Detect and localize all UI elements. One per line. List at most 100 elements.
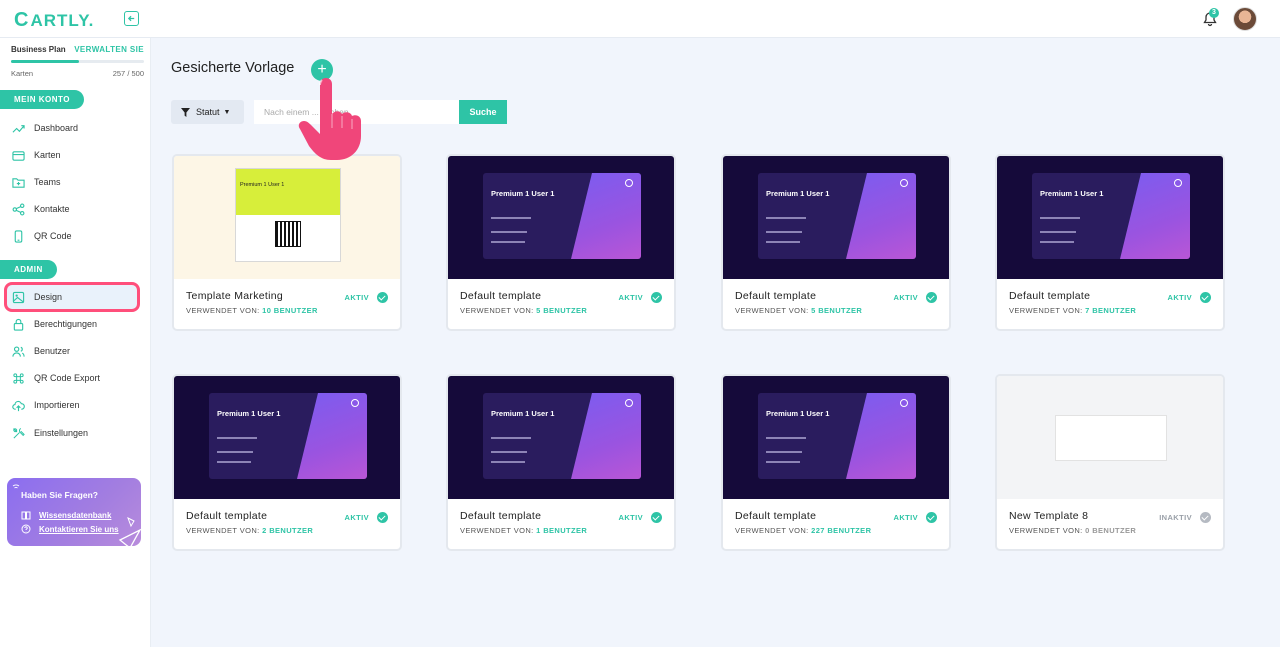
template-usage: VERWENDET VON: 1 BENUTZER <box>460 526 587 535</box>
preview-line <box>1040 231 1076 233</box>
template-preview: Premium 1 User 1 <box>174 156 400 279</box>
knowledge-base-link[interactable]: Wissensdatenbank <box>21 510 111 520</box>
status-badge: AKTIV <box>344 292 388 303</box>
users-icon <box>12 345 25 357</box>
notification-badge: 3 <box>1209 8 1219 18</box>
status-label: AKTIV <box>618 293 643 302</box>
cartly-logo[interactable]: C ARTLY. <box>14 9 94 32</box>
status-badge: AKTIV <box>893 512 937 523</box>
status-label: AKTIV <box>344 293 369 302</box>
manage-plan-link[interactable]: VERWALTEN SIE <box>74 45 144 54</box>
sidebar-item-einstellungen[interactable]: Einstellungen <box>4 420 140 446</box>
template-name: Template Marketing <box>186 290 284 302</box>
usage-prefix: VERWENDET VON: <box>186 306 263 315</box>
status-label: AKTIV <box>893 513 918 522</box>
card-preview: Premium 1 User 1 <box>209 393 367 479</box>
help-box: Haben Sie Fragen? Wissensdatenbank Konta… <box>7 478 141 546</box>
sidebar: Business Plan VERWALTEN SIE Karten 257 /… <box>0 38 151 647</box>
user-avatar[interactable] <box>1233 7 1257 31</box>
section-admin: ADMIN <box>0 260 57 279</box>
sidebar-item-label: Einstellungen <box>34 428 89 438</box>
template-preview: Premium 1 User 1 <box>448 376 674 499</box>
add-template-button[interactable]: + <box>311 59 333 81</box>
status-label: AKTIV <box>1167 293 1192 302</box>
template-card[interactable]: Premium 1 User 1 Default template VERWEN… <box>172 374 402 551</box>
sidebar-item-label: Teams <box>34 177 61 187</box>
template-usage: VERWENDET VON: 10 BENUTZER <box>186 306 318 315</box>
template-name: Default template <box>735 510 817 522</box>
filter-icon <box>181 107 190 117</box>
sidebar-item-importieren[interactable]: Importieren <box>4 392 140 418</box>
collapse-sidebar-button[interactable] <box>124 11 139 26</box>
section-my-account: MEIN KONTO <box>0 90 84 109</box>
arrow-left-icon <box>127 15 135 22</box>
search-button[interactable]: Suche <box>459 100 507 124</box>
plan-name: Business Plan <box>11 45 66 54</box>
template-card[interactable]: Premium 1 User 1 Default template VERWEN… <box>721 154 951 331</box>
preview-line <box>766 217 806 219</box>
preview-title: Premium 1 User 1 <box>240 182 285 188</box>
preview-line <box>766 241 800 243</box>
check-circle-icon <box>377 512 388 523</box>
template-usage: VERWENDET VON: 2 BENUTZER <box>186 526 313 535</box>
sidebar-item-design[interactable]: Design <box>4 282 140 312</box>
plan-usage-row: Karten 257 / 500 <box>11 69 144 78</box>
preview-line <box>1040 217 1080 219</box>
caret-down-icon: ▼ <box>223 108 231 116</box>
check-circle-icon <box>651 512 662 523</box>
usage-count: 5 BENUTZER <box>536 306 588 315</box>
sidebar-item-label: Design <box>34 292 63 302</box>
preview-line <box>217 461 251 463</box>
usage-prefix: VERWENDET VON: <box>735 306 812 315</box>
status-badge: AKTIV <box>618 512 662 523</box>
usage-prefix: VERWENDET VON: <box>186 526 263 535</box>
contact-label: Kontaktieren Sie uns <box>39 524 119 534</box>
usage-count: 10 BENUTZER <box>262 306 318 315</box>
command-icon <box>13 372 24 384</box>
template-usage: VERWENDET VON: 5 BENUTZER <box>460 306 587 315</box>
template-card[interactable]: Premium 1 User 1 Default template VERWEN… <box>995 154 1225 331</box>
status-filter-button[interactable]: Statut ▼ <box>171 100 244 124</box>
sidebar-item-kontakte[interactable]: Kontakte <box>4 196 140 222</box>
phone-icon <box>14 229 23 243</box>
preview-line <box>217 437 257 439</box>
template-card[interactable]: Premium 1 User 1 Default template VERWEN… <box>446 154 676 331</box>
sidebar-item-berechtigungen[interactable]: Berechtigungen <box>4 311 140 337</box>
paper-plane-icon <box>118 516 141 546</box>
card-preview: Premium 1 User 1 <box>483 393 641 479</box>
sidebar-item-qr-code[interactable]: QR Code <box>4 223 140 249</box>
usage-count: 5 BENUTZER <box>811 306 863 315</box>
knowledge-base-label: Wissensdatenbank <box>39 510 112 520</box>
sidebar-item-label: Berechtigungen <box>34 319 98 329</box>
preview-line <box>491 437 531 439</box>
share-icon <box>625 399 633 407</box>
status-label: AKTIV <box>893 293 918 302</box>
status-badge: INAKTIV <box>1159 512 1211 523</box>
usage-prefix: VERWENDET VON: <box>1009 526 1086 535</box>
sidebar-item-benutzer[interactable]: Benutzer <box>4 338 140 364</box>
template-card[interactable]: Premium 1 User 1 Default template VERWEN… <box>721 374 951 551</box>
tools-icon <box>13 427 25 439</box>
preview-header <box>236 169 340 215</box>
preview-title: Premium 1 User 1 <box>766 189 830 198</box>
template-card[interactable]: Premium 1 User 1 Template Marketing VERW… <box>172 154 402 331</box>
sidebar-item-qr-code-export[interactable]: QR Code Export <box>4 365 140 391</box>
search-input[interactable] <box>254 100 460 124</box>
share-icon <box>351 399 359 407</box>
usage-count: 227 BENUTZER <box>811 526 872 535</box>
template-card[interactable]: Premium 1 User 1 Default template VERWEN… <box>446 374 676 551</box>
plan-usage-bar <box>11 60 144 63</box>
sidebar-item-karten[interactable]: Karten <box>4 142 140 168</box>
status-filter-label: Statut <box>196 107 220 117</box>
lock-icon <box>13 318 24 331</box>
sidebar-item-teams[interactable]: Teams <box>4 169 140 195</box>
preview-line <box>766 461 800 463</box>
template-usage: VERWENDET VON: 227 BENUTZER <box>735 526 871 535</box>
status-badge: AKTIV <box>618 292 662 303</box>
template-name: Default template <box>460 290 542 302</box>
sidebar-item-dashboard[interactable]: Dashboard <box>4 115 140 141</box>
status-label: AKTIV <box>618 513 643 522</box>
contact-link[interactable]: Kontaktieren Sie uns <box>21 524 119 534</box>
template-card[interactable]: New Template 8 VERWENDET VON: 0 BENUTZER… <box>995 374 1225 551</box>
card-preview: Premium 1 User 1 <box>758 393 916 479</box>
